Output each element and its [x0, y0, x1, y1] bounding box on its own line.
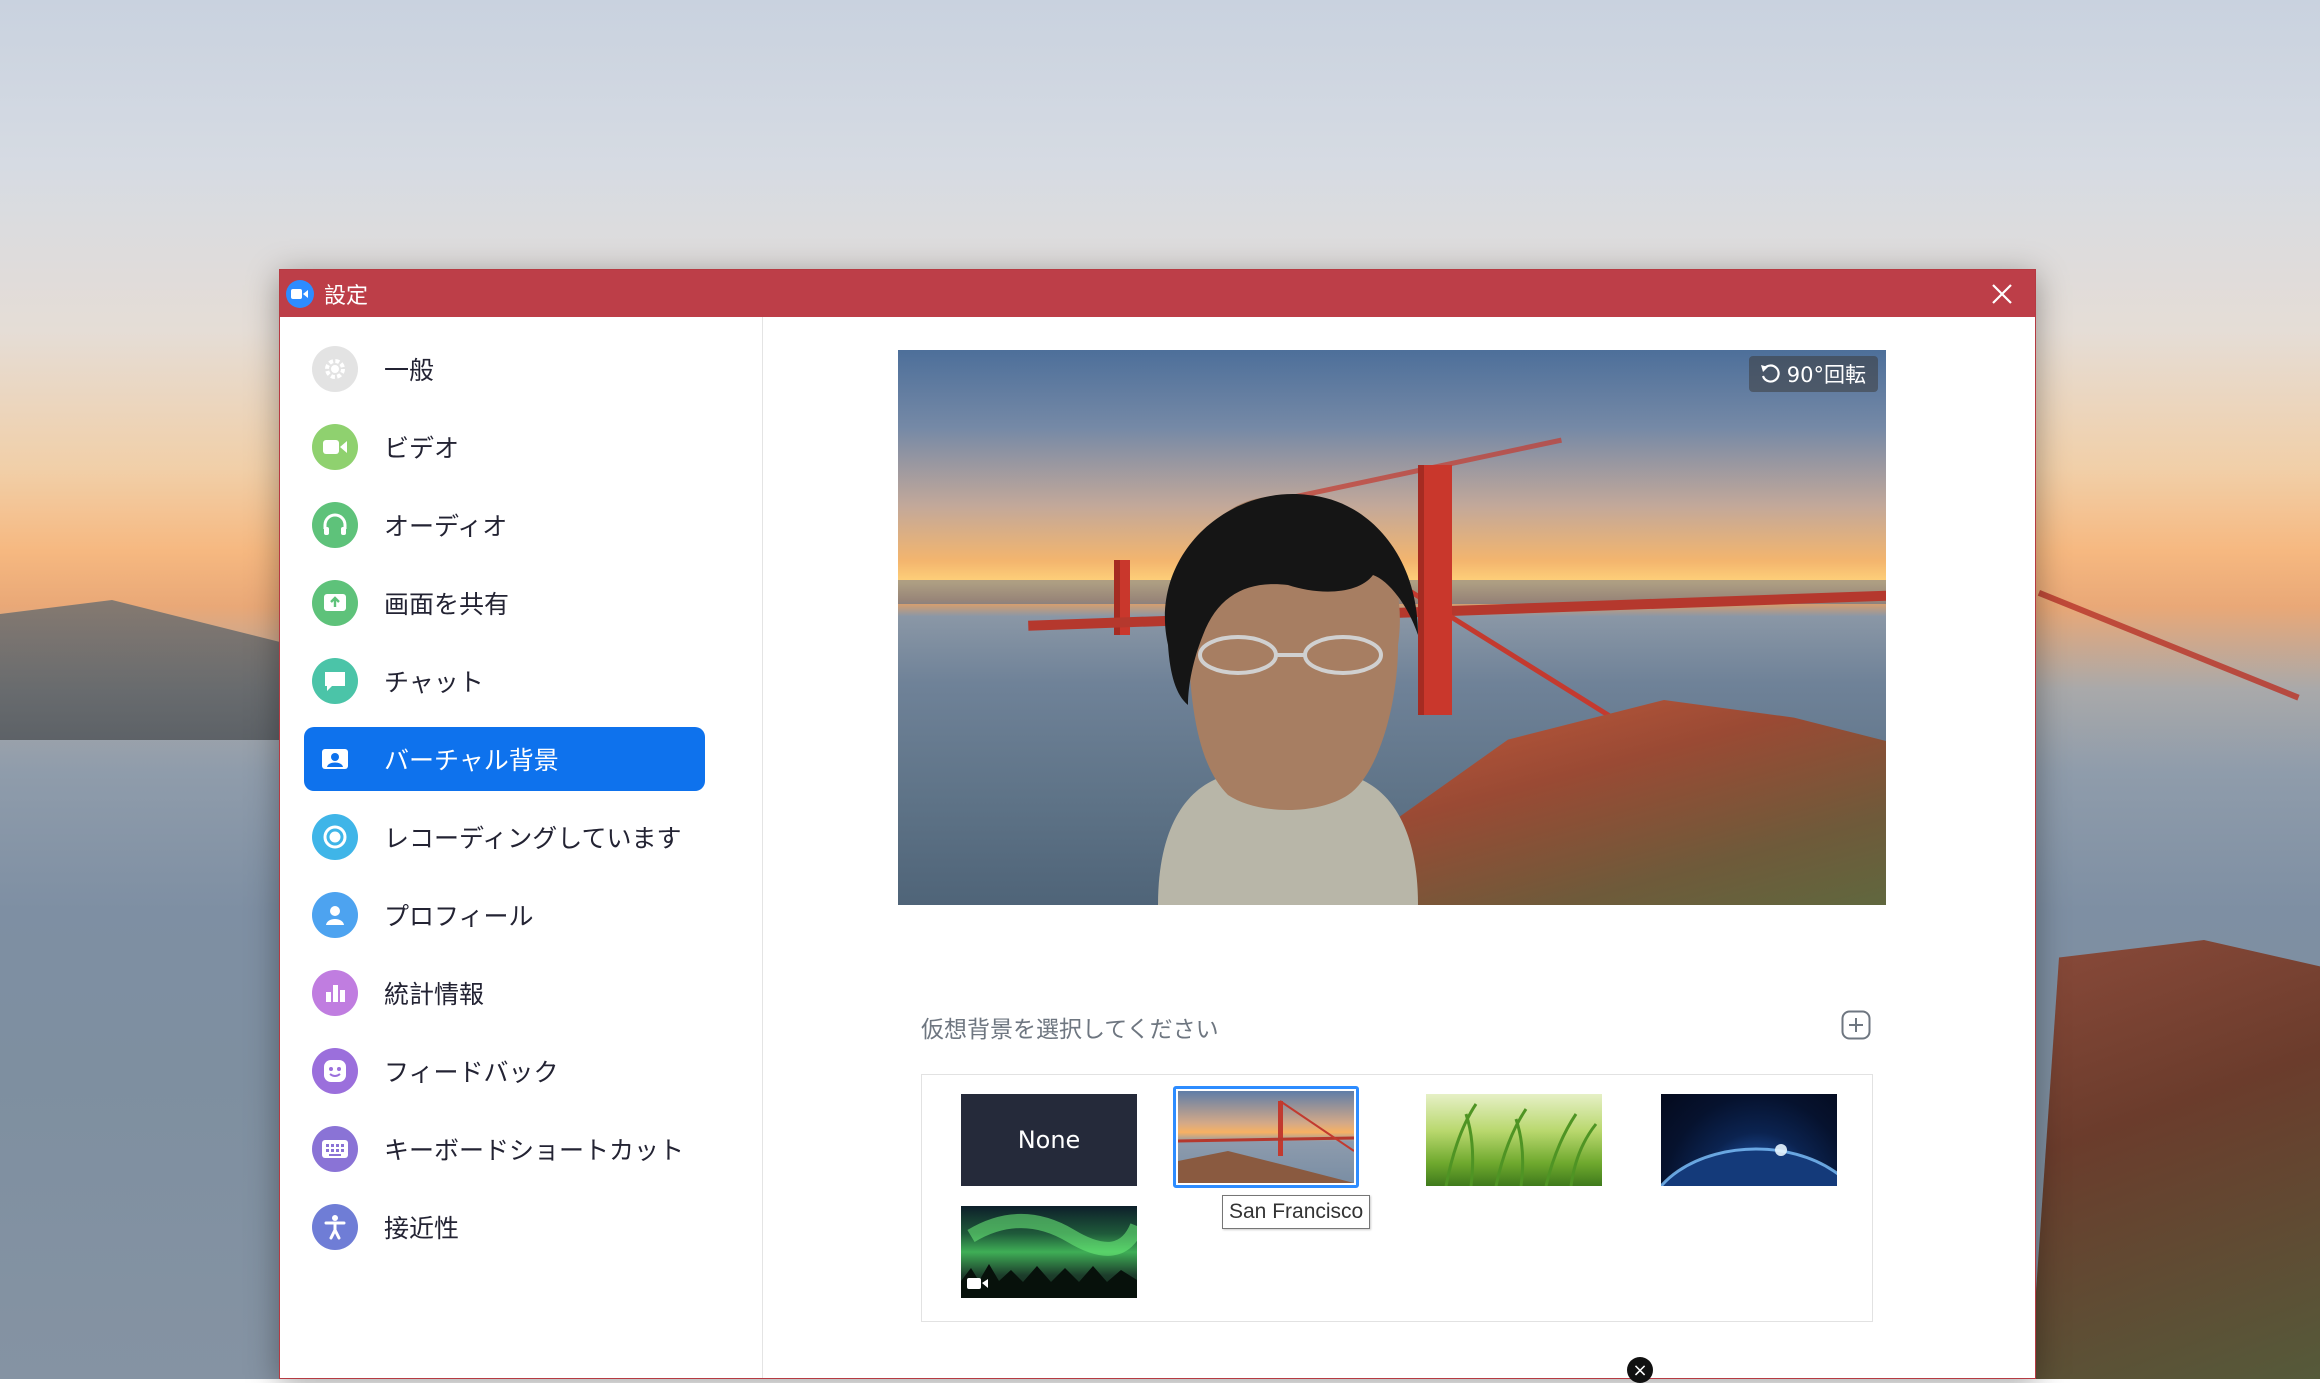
add-background-button[interactable]	[1841, 1010, 1871, 1040]
background-none[interactable]: None	[961, 1094, 1137, 1186]
feedback-icon	[312, 1048, 358, 1094]
settings-sidebar: 一般 ビデオ オーディオ 画面を共有 チャット バーチャル背景 レコーディングし…	[280, 317, 763, 1378]
sidebar-item-label: レコーディングしています	[384, 824, 682, 853]
chat-icon	[312, 658, 358, 704]
settings-window: 設定 一般 ビデオ オーディオ 画面を共有 チャット バーチャル背景 レコーディ…	[279, 269, 2036, 1383]
rotate-icon	[1760, 364, 1780, 383]
background-earth[interactable]	[1661, 1094, 1837, 1186]
preview-hillside	[1378, 700, 1886, 905]
sidebar-item-share-screen[interactable]: 画面を共有	[304, 571, 705, 635]
wallpaper-hill	[2030, 940, 2320, 1379]
rotate-label: 90°回転	[1786, 363, 1866, 387]
plus-icon	[1841, 1010, 1871, 1040]
sidebar-item-label: フィードバック	[384, 1058, 559, 1087]
remove-background-button[interactable]: ×	[1627, 1357, 1653, 1383]
share-screen-icon	[312, 580, 358, 626]
grass-thumbnail-art	[1444, 1103, 1598, 1186]
background-grass[interactable]	[1426, 1094, 1602, 1186]
profile-icon	[312, 892, 358, 938]
background-label: None	[1017, 1126, 1081, 1154]
sidebar-item-recording[interactable]: レコーディングしています	[304, 805, 705, 869]
video-preview: 90°回転	[898, 350, 1886, 905]
sidebar-item-label: チャット	[384, 668, 484, 697]
tooltip-text: San Francisco	[1229, 1200, 1364, 1223]
aurora-thumbnail-art	[961, 1214, 1137, 1298]
selected-background-highlight	[1173, 1086, 1359, 1188]
sidebar-item-statistics[interactable]: 統計情報	[304, 961, 705, 1025]
sidebar-item-label: ビデオ	[384, 434, 460, 463]
sidebar-item-virtual-background[interactable]: バーチャル背景	[304, 727, 705, 791]
earth-thumbnail-art	[1661, 1144, 1837, 1186]
close-icon	[1992, 283, 2012, 304]
sidebar-item-chat[interactable]: チャット	[304, 649, 705, 713]
sidebar-item-label: 画面を共有	[384, 590, 510, 619]
headphones-icon	[312, 502, 358, 548]
sidebar-item-label: 統計情報	[384, 980, 485, 1009]
sidebar-item-label: 接近性	[384, 1214, 460, 1243]
sidebar-item-label: 一般	[384, 356, 435, 385]
rotate-90-button[interactable]: 90°回転	[1748, 356, 1878, 392]
person-silhouette	[1158, 494, 1418, 905]
gear-icon	[312, 346, 358, 392]
sidebar-item-general[interactable]: 一般	[304, 337, 705, 401]
sidebar-item-label: オーディオ	[384, 512, 508, 541]
window-title: 設定	[324, 283, 369, 309]
title-bar: 設定	[280, 270, 2035, 317]
sidebar-item-accessibility[interactable]: 接近性	[304, 1195, 705, 1259]
sidebar-item-label: キーボードショートカット	[384, 1136, 685, 1165]
background-tooltip: San Francisco	[1222, 1195, 1371, 1229]
sidebar-item-feedback[interactable]: フィードバック	[304, 1039, 705, 1103]
record-icon	[312, 814, 358, 860]
virtual-background-icon	[312, 736, 358, 782]
video-icon	[312, 424, 358, 470]
sidebar-item-keyboard-shortcuts[interactable]: キーボードショートカット	[304, 1117, 705, 1181]
sidebar-item-video[interactable]: ビデオ	[304, 415, 705, 479]
statistics-icon	[312, 970, 358, 1016]
sidebar-item-label: プロフィール	[384, 902, 534, 931]
sidebar-item-profile[interactable]: プロフィール	[304, 883, 705, 947]
close-button[interactable]	[1979, 270, 2025, 317]
close-icon: ×	[1632, 1359, 1648, 1381]
keyboard-icon	[312, 1126, 358, 1172]
sidebar-item-label: バーチャル背景	[384, 746, 559, 775]
choose-background-label: 仮想背景を選択してください	[921, 1017, 1219, 1043]
zoom-app-icon	[286, 279, 314, 308]
sidebar-item-audio[interactable]: オーディオ	[304, 493, 705, 557]
background-aurora-video[interactable]	[961, 1206, 1137, 1298]
accessibility-icon	[312, 1204, 358, 1250]
